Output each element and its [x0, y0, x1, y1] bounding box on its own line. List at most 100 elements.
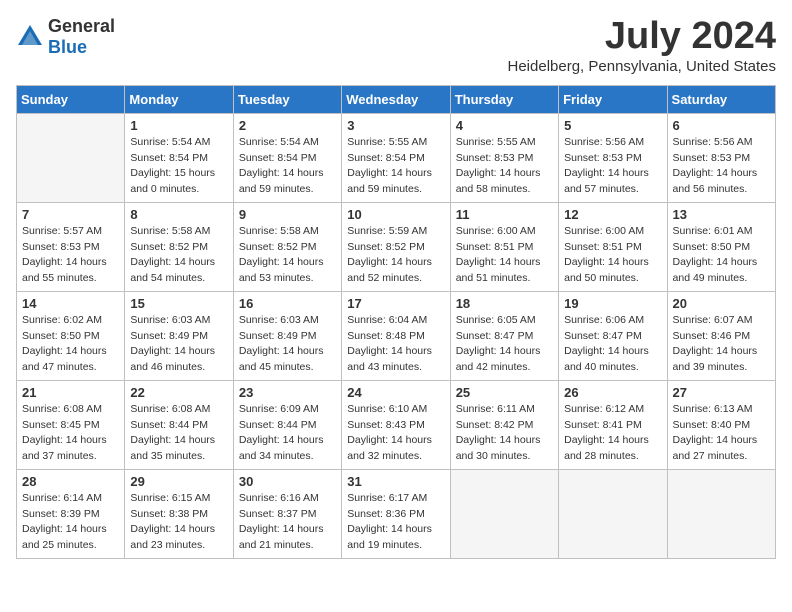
calendar-cell: 10 Sunrise: 5:59 AMSunset: 8:52 PMDayligh… — [342, 202, 450, 291]
day-header-friday: Friday — [559, 85, 667, 113]
calendar-cell — [17, 113, 125, 202]
page-header: General Blue July 2024 Heidelberg, Penns… — [16, 16, 776, 75]
day-number: 11 — [456, 207, 553, 222]
calendar-cell: 3 Sunrise: 5:55 AMSunset: 8:54 PMDaylight… — [342, 113, 450, 202]
week-row-4: 21Sunrise: 6:08 AMSunset: 8:45 PMDayligh… — [17, 380, 776, 469]
day-number: 13 — [673, 207, 770, 222]
week-row-3: 14 Sunrise: 6:02 AMSunset: 8:50 PMDayligh… — [17, 291, 776, 380]
day-number: 6 — [673, 118, 770, 133]
logo: General Blue — [16, 16, 115, 58]
day-info: Sunrise: 6:16 AMSunset: 8:37 PMDaylight:… — [239, 491, 336, 554]
day-number: 8 — [130, 207, 227, 222]
calendar-cell: 16 Sunrise: 6:03 AMSunset: 8:49 PMDayligh… — [233, 291, 341, 380]
day-info: Sunrise: 6:08 AMSunset: 8:44 PMDaylight:… — [130, 402, 227, 465]
day-info: Sunrise: 6:00 AMSunset: 8:51 PMDaylight:… — [456, 224, 553, 287]
day-info: Sunrise: 5:58 AMSunset: 8:52 PMDaylight:… — [239, 224, 336, 287]
day-number: 3 — [347, 118, 444, 133]
calendar-cell: 26 Sunrise: 6:12 AMSunset: 8:41 PMDayligh… — [559, 380, 667, 469]
calendar-cell: 24Sunrise: 6:10 AMSunset: 8:43 PMDayligh… — [342, 380, 450, 469]
day-header-tuesday: Tuesday — [233, 85, 341, 113]
calendar-cell: 25 Sunrise: 6:11 AMSunset: 8:42 PMDayligh… — [450, 380, 558, 469]
calendar-cell: 4 Sunrise: 5:55 AMSunset: 8:53 PMDaylight… — [450, 113, 558, 202]
day-info: Sunrise: 6:03 AMSunset: 8:49 PMDaylight:… — [130, 313, 227, 376]
day-info: Sunrise: 5:58 AMSunset: 8:52 PMDaylight:… — [130, 224, 227, 287]
day-info: Sunrise: 5:56 AMSunset: 8:53 PMDaylight:… — [564, 135, 661, 198]
day-info: Sunrise: 5:55 AMSunset: 8:53 PMDaylight:… — [456, 135, 553, 198]
calendar-cell: 22Sunrise: 6:08 AMSunset: 8:44 PMDayligh… — [125, 380, 233, 469]
day-number: 4 — [456, 118, 553, 133]
day-info: Sunrise: 6:02 AMSunset: 8:50 PMDaylight:… — [22, 313, 119, 376]
day-number: 16 — [239, 296, 336, 311]
day-info: Sunrise: 6:15 AMSunset: 8:38 PMDaylight:… — [130, 491, 227, 554]
day-info: Sunrise: 6:00 AMSunset: 8:51 PMDaylight:… — [564, 224, 661, 287]
calendar-cell — [450, 469, 558, 558]
day-info: Sunrise: 6:03 AMSunset: 8:49 PMDaylight:… — [239, 313, 336, 376]
day-info: Sunrise: 6:11 AMSunset: 8:42 PMDaylight:… — [456, 402, 553, 465]
calendar-cell: 19Sunrise: 6:06 AMSunset: 8:47 PMDayligh… — [559, 291, 667, 380]
calendar-cell: 20Sunrise: 6:07 AMSunset: 8:46 PMDayligh… — [667, 291, 775, 380]
day-info: Sunrise: 6:10 AMSunset: 8:43 PMDaylight:… — [347, 402, 444, 465]
calendar-cell: 23 Sunrise: 6:09 AMSunset: 8:44 PMDayligh… — [233, 380, 341, 469]
logo-general: General — [48, 16, 115, 36]
calendar-cell: 9Sunrise: 5:58 AMSunset: 8:52 PMDaylight… — [233, 202, 341, 291]
day-number: 31 — [347, 474, 444, 489]
calendar-cell: 15 Sunrise: 6:03 AMSunset: 8:49 PMDayligh… — [125, 291, 233, 380]
day-info: Sunrise: 6:09 AMSunset: 8:44 PMDaylight:… — [239, 402, 336, 465]
day-info: Sunrise: 5:54 AMSunset: 8:54 PMDaylight:… — [130, 135, 227, 198]
month-title: July 2024 — [508, 16, 777, 58]
calendar-cell: 17 Sunrise: 6:04 AMSunset: 8:48 PMDayligh… — [342, 291, 450, 380]
day-number: 18 — [456, 296, 553, 311]
day-number: 30 — [239, 474, 336, 489]
calendar-cell: 2Sunrise: 5:54 AMSunset: 8:54 PMDaylight… — [233, 113, 341, 202]
day-number: 5 — [564, 118, 661, 133]
day-number: 27 — [673, 385, 770, 400]
calendar-cell: 7Sunrise: 5:57 AMSunset: 8:53 PMDaylight… — [17, 202, 125, 291]
day-info: Sunrise: 6:13 AMSunset: 8:40 PMDaylight:… — [673, 402, 770, 465]
calendar-cell: 27 Sunrise: 6:13 AMSunset: 8:40 PMDayligh… — [667, 380, 775, 469]
day-info: Sunrise: 5:57 AMSunset: 8:53 PMDaylight:… — [22, 224, 119, 287]
day-number: 26 — [564, 385, 661, 400]
day-info: Sunrise: 5:55 AMSunset: 8:54 PMDaylight:… — [347, 135, 444, 198]
calendar-cell: 14 Sunrise: 6:02 AMSunset: 8:50 PMDayligh… — [17, 291, 125, 380]
calendar-cell: 29 Sunrise: 6:15 AMSunset: 8:38 PMDayligh… — [125, 469, 233, 558]
calendar-cell: 12 Sunrise: 6:00 AMSunset: 8:51 PMDayligh… — [559, 202, 667, 291]
header-row: SundayMondayTuesdayWednesdayThursdayFrid… — [17, 85, 776, 113]
calendar-cell: 28Sunrise: 6:14 AMSunset: 8:39 PMDayligh… — [17, 469, 125, 558]
day-info: Sunrise: 6:01 AMSunset: 8:50 PMDaylight:… — [673, 224, 770, 287]
logo-text: General Blue — [48, 16, 115, 58]
calendar-cell: 18 Sunrise: 6:05 AMSunset: 8:47 PMDayligh… — [450, 291, 558, 380]
day-number: 10 — [347, 207, 444, 222]
day-info: Sunrise: 6:04 AMSunset: 8:48 PMDaylight:… — [347, 313, 444, 376]
day-number: 25 — [456, 385, 553, 400]
day-info: Sunrise: 5:54 AMSunset: 8:54 PMDaylight:… — [239, 135, 336, 198]
day-info: Sunrise: 6:05 AMSunset: 8:47 PMDaylight:… — [456, 313, 553, 376]
day-info: Sunrise: 6:17 AMSunset: 8:36 PMDaylight:… — [347, 491, 444, 554]
day-number: 15 — [130, 296, 227, 311]
day-number: 20 — [673, 296, 770, 311]
day-number: 23 — [239, 385, 336, 400]
day-number: 14 — [22, 296, 119, 311]
day-header-thursday: Thursday — [450, 85, 558, 113]
location-title: Heidelberg, Pennsylvania, United States — [508, 58, 777, 75]
calendar-cell: 30 Sunrise: 6:16 AMSunset: 8:37 PMDayligh… — [233, 469, 341, 558]
day-number: 12 — [564, 207, 661, 222]
calendar-cell: 8 Sunrise: 5:58 AMSunset: 8:52 PMDaylight… — [125, 202, 233, 291]
day-number: 19 — [564, 296, 661, 311]
day-number: 29 — [130, 474, 227, 489]
day-info: Sunrise: 5:59 AMSunset: 8:52 PMDaylight:… — [347, 224, 444, 287]
day-number: 17 — [347, 296, 444, 311]
calendar-cell: 1 Sunrise: 5:54 AMSunset: 8:54 PMDaylight… — [125, 113, 233, 202]
day-header-sunday: Sunday — [17, 85, 125, 113]
day-info: Sunrise: 6:12 AMSunset: 8:41 PMDaylight:… — [564, 402, 661, 465]
calendar-cell: 11 Sunrise: 6:00 AMSunset: 8:51 PMDayligh… — [450, 202, 558, 291]
title-block: July 2024 Heidelberg, Pennsylvania, Unit… — [508, 16, 777, 75]
calendar-cell: 6 Sunrise: 5:56 AMSunset: 8:53 PMDaylight… — [667, 113, 775, 202]
week-row-2: 7Sunrise: 5:57 AMSunset: 8:53 PMDaylight… — [17, 202, 776, 291]
day-number: 1 — [130, 118, 227, 133]
day-info: Sunrise: 5:56 AMSunset: 8:53 PMDaylight:… — [673, 135, 770, 198]
logo-icon — [16, 23, 44, 51]
calendar-cell: 31 Sunrise: 6:17 AMSunset: 8:36 PMDayligh… — [342, 469, 450, 558]
calendar-cell — [559, 469, 667, 558]
week-row-1: 1 Sunrise: 5:54 AMSunset: 8:54 PMDaylight… — [17, 113, 776, 202]
calendar-table: SundayMondayTuesdayWednesdayThursdayFrid… — [16, 85, 776, 559]
